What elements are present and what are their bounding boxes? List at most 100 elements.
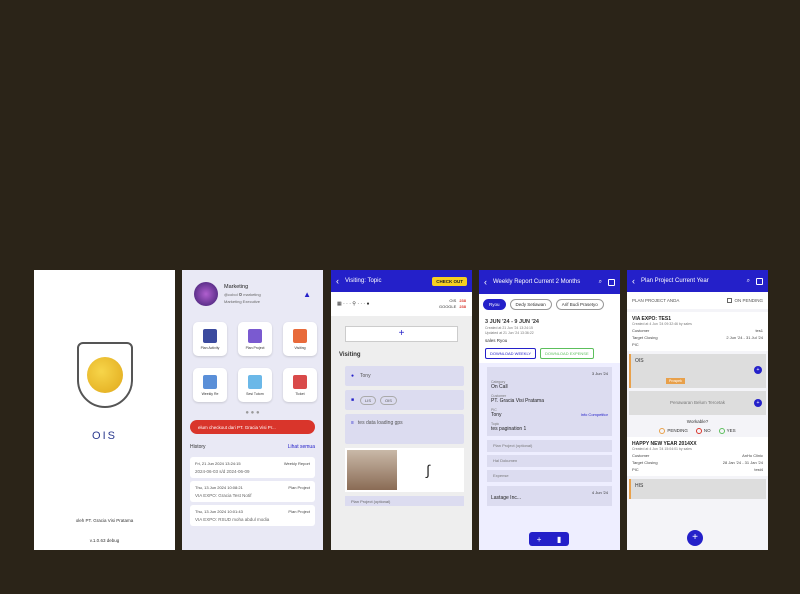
page-title: Visiting: Topic — [345, 278, 382, 284]
version-label: v.1.0.63 debug — [89, 538, 120, 543]
search-icon[interactable]: ⌕ — [599, 279, 602, 286]
person-icon: ● — [351, 373, 355, 379]
sub-plan-project[interactable]: Plan Project (optional) — [487, 440, 612, 452]
checkout-banner[interactable]: elum checkout dari PT. Gracia Visi Pr... — [190, 420, 315, 434]
history-card[interactable]: Fri, 21 Jun 2024 13:24:15 Weekly Report 2… — [190, 457, 315, 478]
add-icon[interactable]: + — [754, 366, 762, 375]
week-header: 3 JUN '24 - 9 JUN '24 Created at 21 Jun … — [479, 315, 620, 363]
user-name: Marketing — [224, 284, 249, 290]
user-handle: @cobol ✪ marketing — [224, 292, 261, 297]
signature-image[interactable]: ∫ — [403, 450, 453, 490]
plan-project-screen: ‹ Plan Project Current Year ⌕ PLAN PROJE… — [627, 270, 768, 550]
report-card[interactable]: 4 Jun '24 Lastage Inc... — [487, 486, 612, 506]
on-pending-checkbox[interactable]: ON PENDING — [727, 298, 763, 304]
workable-options: PENDING NO YES — [627, 428, 768, 435]
location-strip: ▦ · · · ⚲ · · · ● OIS 238 GOOGLE 238 — [331, 292, 472, 316]
visiting-screen: ‹ Visiting: Topic CHECK OUT ▦ · · · ⚲ · … — [331, 270, 472, 550]
tile-weekly-report[interactable]: Weekly Re — [193, 368, 227, 402]
splash-screen: OIS oleh PT. Gracia Visi Pratama v.1.0.6… — [34, 270, 175, 550]
app-bar: ‹ Weekly Report Current 2 Months ⌕ — [479, 270, 620, 294]
avatar[interactable] — [194, 282, 218, 306]
product-field[interactable]: ■ LIS OIS — [345, 390, 464, 410]
checkout-button[interactable]: CHECK OUT — [432, 276, 467, 286]
calendar-icon[interactable] — [608, 278, 615, 286]
plan-project-optional[interactable]: Plan Project (optional) — [345, 496, 464, 506]
back-arrow-icon[interactable]: ‹ — [632, 276, 635, 286]
project-card[interactable]: VIA EXPO: TES1 Created at 4 Jun '24 09:3… — [627, 312, 768, 352]
stage-card[interactable]: OIS Prospek + — [629, 354, 766, 389]
eagle-shield-logo — [77, 342, 133, 408]
search-icon[interactable]: ⌕ — [747, 278, 750, 285]
add-fab[interactable]: + — [687, 530, 703, 546]
selfie-photo[interactable] — [347, 450, 397, 490]
sub-dokumen[interactable]: Hal Dokumen — [487, 455, 612, 467]
see-all-link[interactable]: Lihat semua — [288, 444, 315, 450]
history-card[interactable]: Thu, 13 Jun 2024 10:01:43 Plan Project VI… — [190, 505, 315, 526]
section-title: Visiting — [339, 352, 361, 358]
warning-icon — [293, 374, 307, 389]
user-role: Marketing Executive — [224, 299, 261, 304]
radio-pending[interactable]: PENDING — [659, 428, 688, 435]
home-screen: Marketing @cobol ✪ marketing Marketing E… — [182, 270, 323, 550]
tab-ryou[interactable]: Ryou — [483, 299, 506, 310]
tile-visiting[interactable]: Visiting — [283, 322, 317, 356]
back-arrow-icon[interactable]: ‹ — [336, 276, 339, 286]
workable-question: Workable? — [686, 419, 709, 425]
menu-grid: Plan Activity Plan Project Visiting Week… — [182, 318, 323, 406]
info-competitor-checkbox[interactable]: Info Competitor — [581, 412, 608, 418]
calendar-icon[interactable] — [756, 277, 763, 285]
download-weekly-button[interactable]: DOWNLOAD WEEKLY — [485, 348, 537, 359]
list-header: PLAN PROJECT ANDA ON PENDING — [627, 292, 768, 310]
clipboard-icon — [203, 328, 217, 343]
page-title: Plan Project Current Year — [641, 278, 709, 284]
chip-ois[interactable]: OIS — [380, 395, 397, 405]
page-title: Weekly Report Current 2 Months — [493, 279, 581, 285]
product-icon: ■ — [351, 397, 355, 403]
eagle-icon — [87, 357, 123, 393]
add-icon[interactable]: + — [537, 535, 542, 544]
radio-yes[interactable]: YES — [718, 428, 736, 435]
app-bar: ‹ Plan Project Current Year ⌕ — [627, 270, 768, 292]
history-header: History Lihat semua — [190, 444, 315, 450]
tile-plan-activity[interactable]: Plan Activity — [193, 322, 227, 356]
chart-icon[interactable]: ▮ — [557, 535, 561, 544]
tile-plan-project[interactable]: Plan Project — [238, 322, 272, 356]
notes-icon: ≡ — [351, 420, 354, 426]
fab-bar: + ▮ — [529, 532, 569, 546]
project-icon — [248, 328, 262, 343]
report-card[interactable]: 3 Jun '24 Category On Call Customer PT. … — [487, 367, 612, 436]
radio-no[interactable]: NO — [695, 428, 711, 435]
location-counts: OIS 238 GOOGLE 238 — [438, 298, 466, 309]
tile-sesi-tutorial[interactable]: Sesi Tutorn — [238, 368, 272, 402]
back-arrow-icon[interactable]: ‹ — [484, 277, 487, 287]
sub-expense[interactable]: Expense — [487, 470, 612, 482]
stage-card[interactable]: HIS — [629, 479, 766, 500]
bell-icon[interactable]: ▲ — [303, 290, 311, 299]
contact-field[interactable]: ● Tony — [345, 366, 464, 386]
add-icon[interactable]: + — [754, 399, 762, 408]
download-expense-button[interactable]: DOWNLOAD EXPENSE — [540, 348, 594, 359]
week-range: 3 JUN '24 - 9 JUN '24 — [485, 319, 539, 325]
history-card[interactable]: Thu, 13 Jun 2024 10:08:21 Plan Project VI… — [190, 481, 315, 502]
chip-lis[interactable]: LIS — [360, 395, 377, 405]
sales-tabs: Ryou Dedy Setiawan Arif Budi Prasetyo — [479, 294, 620, 315]
tile-ticket[interactable]: Ticket — [283, 368, 317, 402]
tab-dedy[interactable]: Dedy Setiawan — [509, 299, 552, 310]
page-indicator: ● ● ● — [245, 410, 260, 416]
map-pin-icon — [293, 328, 307, 343]
status-badge: Prospek — [666, 378, 685, 385]
stage-card[interactable]: Penawaran Belum Tercetak + — [629, 391, 766, 416]
add-button[interactable]: + — [345, 326, 458, 342]
project-card[interactable]: HAPPY NEW YEAR 2014XX Created at 4 Jun '… — [627, 437, 768, 477]
calendar-icon — [203, 374, 217, 389]
photo-row: ∫ — [345, 448, 464, 492]
tab-arif[interactable]: Arif Budi Prasetyo — [555, 299, 604, 310]
company-credit: oleh PT. Gracia Visi Pratama — [75, 518, 134, 523]
document-icon — [248, 374, 262, 389]
weekly-report-screen: ‹ Weekly Report Current 2 Months ⌕ Ryou … — [479, 270, 620, 550]
notes-field[interactable]: ≡ tes data loading gps — [345, 414, 464, 444]
brand-name: OIS — [92, 430, 117, 442]
app-bar: ‹ Visiting: Topic CHECK OUT — [331, 270, 472, 292]
profile-header: Marketing @cobol ✪ marketing Marketing E… — [182, 270, 323, 318]
map-icon: ▦ · · · ⚲ · · · ● — [337, 301, 370, 307]
